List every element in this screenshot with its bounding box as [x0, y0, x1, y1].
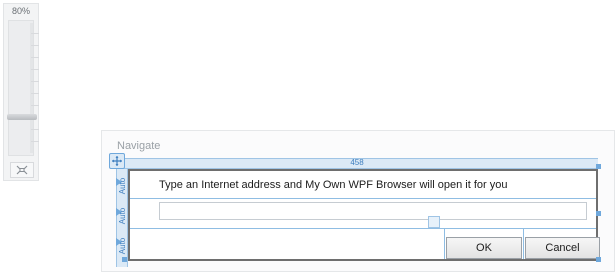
row-ruler[interactable]: Auto Auto Auto: [116, 169, 128, 267]
zoom-tick: [31, 93, 39, 94]
column-gridline: [444, 228, 445, 259]
zoom-tick: [31, 141, 39, 142]
move-icon: [112, 156, 122, 166]
zoom-slider-rail: [30, 23, 33, 153]
address-input[interactable]: [159, 202, 587, 220]
zoom-panel: 80%: [3, 3, 39, 181]
column-gridline: [523, 228, 524, 259]
zoom-slider[interactable]: [7, 20, 39, 156]
zoom-tick: [31, 33, 39, 34]
row-height-label: Auto: [118, 177, 127, 195]
fit-to-screen-button[interactable]: [10, 162, 34, 178]
column-ruler[interactable]: 458: [116, 158, 598, 169]
grid-width-label: 458: [350, 158, 364, 167]
designer-surface: Navigate 458 Auto Auto Auto Type an Inte…: [101, 130, 615, 272]
row-height-label: Auto: [118, 237, 127, 255]
prompt-label: Type an Internet address and My Own WPF …: [159, 179, 508, 191]
resize-handle[interactable]: [596, 211, 601, 216]
zoom-tick: [31, 105, 39, 106]
center-marker-icon: [428, 216, 440, 228]
zoom-tick: [31, 69, 39, 70]
fit-to-screen-icon: [16, 165, 28, 175]
ok-button[interactable]: OK: [446, 237, 522, 259]
zoom-tick: [31, 129, 39, 130]
page-title: Navigate: [117, 140, 161, 152]
zoom-tick: [31, 81, 39, 82]
resize-handle[interactable]: [596, 164, 601, 169]
cancel-button[interactable]: Cancel: [525, 237, 600, 259]
form-layout-grid[interactable]: Type an Internet address and My Own WPF …: [128, 169, 600, 261]
zoom-tick: [31, 45, 39, 46]
resize-handle[interactable]: [122, 257, 127, 262]
row-gridline: [130, 228, 596, 229]
resize-handle[interactable]: [596, 257, 601, 262]
zoom-slider-handle[interactable]: [7, 114, 37, 120]
zoom-level-label: 80%: [11, 6, 30, 16]
move-handle[interactable]: [109, 153, 125, 169]
row-height-label: Auto: [118, 207, 127, 225]
row-gridline: [130, 198, 596, 199]
zoom-tick: [31, 57, 39, 58]
